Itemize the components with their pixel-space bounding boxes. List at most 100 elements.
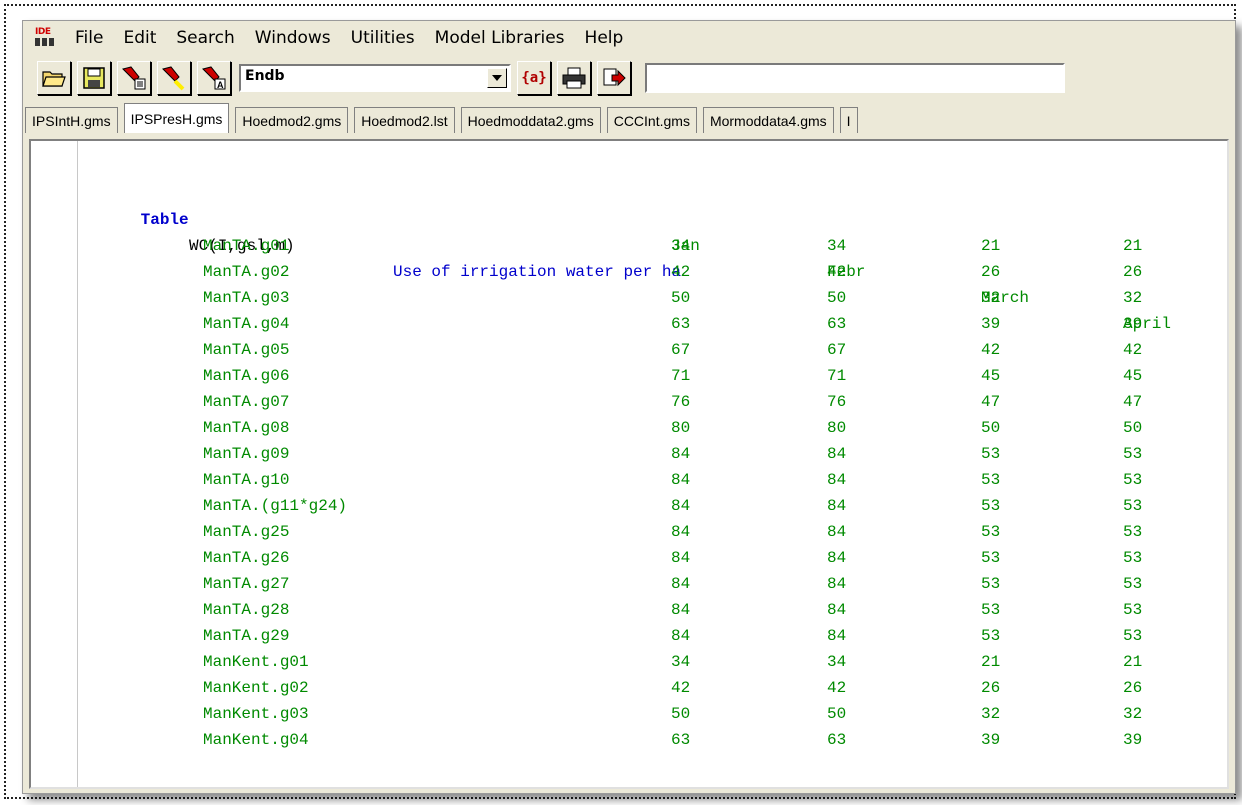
row-value: 50	[671, 705, 691, 723]
row-value: 63	[671, 731, 691, 749]
row-label: ManKent.g03	[203, 705, 309, 723]
table-declaration-line: Table WC(I,gsl,m) Use of irrigation wate…	[83, 181, 681, 281]
row-value: 42	[671, 679, 691, 697]
row-value: 84	[827, 627, 847, 645]
row-value: 26	[981, 679, 1001, 697]
row-value: 53	[981, 497, 1001, 515]
export-icon	[603, 68, 626, 87]
row-value: 76	[671, 393, 691, 411]
row-value: 84	[671, 445, 691, 463]
run-a-button[interactable]: A	[197, 61, 231, 95]
row-value: 34	[827, 237, 847, 255]
keyword-table: Table	[140, 211, 189, 229]
row-value: 21	[1123, 653, 1143, 671]
print-button[interactable]	[557, 61, 591, 95]
row-value: 71	[671, 367, 691, 385]
row-value: 80	[671, 419, 691, 437]
column-header-line: Jan Febr March April	[31, 207, 1171, 333]
run-icon	[122, 66, 146, 90]
row-label: ManTA.g28	[203, 601, 290, 619]
row-value: 39	[981, 315, 1001, 333]
row-value: 84	[827, 497, 847, 515]
run-compile-icon	[162, 66, 185, 91]
row-value: 50	[671, 289, 691, 307]
run-button[interactable]	[117, 61, 151, 95]
tab-overflow[interactable]: I	[839, 107, 858, 133]
tab-mormoddata4[interactable]: Mormoddata4.gms	[702, 107, 834, 133]
row-value: 39	[1123, 315, 1143, 333]
row-value: 53	[1123, 445, 1143, 463]
row-value: 63	[827, 731, 847, 749]
chevron-down-icon[interactable]	[487, 68, 507, 88]
menu-edit[interactable]: Edit	[113, 21, 166, 55]
row-value: 84	[671, 549, 691, 567]
row-value: 84	[671, 471, 691, 489]
row-value: 84	[827, 601, 847, 619]
row-value: 84	[671, 601, 691, 619]
row-value: 67	[827, 341, 847, 359]
tab-cccint[interactable]: CCCInt.gms	[606, 107, 697, 133]
row-value: 39	[1123, 731, 1143, 749]
row-value: 42	[827, 679, 847, 697]
row-label: ManTA.g29	[203, 627, 290, 645]
row-value: 42	[671, 263, 691, 281]
menu-model-libraries[interactable]: Model Libraries	[425, 21, 575, 55]
run-compile-button[interactable]	[157, 61, 191, 95]
menu-file[interactable]: File	[65, 21, 113, 55]
ide-app-icon[interactable]: IDE	[33, 28, 57, 48]
toolbar: A Endb {a}	[23, 57, 1235, 99]
open-button[interactable]	[37, 61, 71, 95]
row-value: 50	[827, 705, 847, 723]
menu-search[interactable]: Search	[166, 21, 244, 55]
row-value: 53	[1123, 523, 1143, 541]
file-tabs: IPSIntH.gms IPSPresH.gms Hoedmod2.gms Ho…	[23, 101, 1235, 133]
export-button[interactable]	[597, 61, 631, 95]
run-a-icon: A	[202, 66, 226, 90]
row-value: 63	[671, 315, 691, 333]
row-value: 84	[671, 523, 691, 541]
row-value: 53	[1123, 627, 1143, 645]
row-value: 32	[981, 705, 1001, 723]
target-combo[interactable]: Endb	[239, 64, 511, 92]
tab-ipspresh[interactable]: IPSPresH.gms	[123, 103, 230, 133]
row-label: ManTA.g25	[203, 523, 290, 541]
row-value: 34	[671, 237, 691, 255]
svg-text:A: A	[217, 80, 224, 90]
row-value: 26	[981, 263, 1001, 281]
row-value: 84	[671, 627, 691, 645]
row-value: 53	[981, 601, 1001, 619]
row-value: 53	[1123, 549, 1143, 567]
brace-button[interactable]: {a}	[517, 61, 551, 95]
row-value: 84	[827, 575, 847, 593]
brace-label: {a}	[521, 70, 547, 86]
tab-ipsinth[interactable]: IPSIntH.gms	[25, 107, 118, 133]
row-value: 45	[1123, 367, 1143, 385]
row-label: ManTA.g27	[203, 575, 290, 593]
row-label: ManTA.(g11*g24)	[203, 497, 348, 515]
row-label: ManTA.g03	[203, 289, 290, 307]
tab-hoedmod2-gms[interactable]: Hoedmod2.gms	[235, 107, 349, 133]
row-value: 42	[827, 263, 847, 281]
save-button[interactable]	[77, 61, 111, 95]
row-value: 32	[1123, 705, 1143, 723]
tab-hoedmod2-lst[interactable]: Hoedmod2.lst	[354, 107, 455, 133]
target-combo-value: Endb	[245, 68, 285, 84]
row-value: 84	[671, 497, 691, 515]
row-value: 84	[827, 549, 847, 567]
row-label: ManTA.g01	[203, 237, 290, 255]
row-value: 84	[827, 445, 847, 463]
menu-utilities[interactable]: Utilities	[341, 21, 425, 55]
row-value: 84	[827, 471, 847, 489]
row-value: 45	[981, 367, 1001, 385]
code-editor[interactable]: Table WC(I,gsl,m) Use of irrigation wate…	[29, 139, 1229, 789]
row-value: 21	[981, 237, 1001, 255]
row-value: 21	[981, 653, 1001, 671]
open-icon	[42, 71, 66, 87]
menu-help[interactable]: Help	[575, 21, 634, 55]
tab-hoedmoddata2[interactable]: Hoedmoddata2.gms	[460, 107, 601, 133]
row-label: ManTA.g04	[203, 315, 290, 333]
row-value: 76	[827, 393, 847, 411]
print-icon	[562, 67, 586, 89]
menu-windows[interactable]: Windows	[245, 21, 341, 55]
search-input[interactable]	[645, 63, 1065, 93]
